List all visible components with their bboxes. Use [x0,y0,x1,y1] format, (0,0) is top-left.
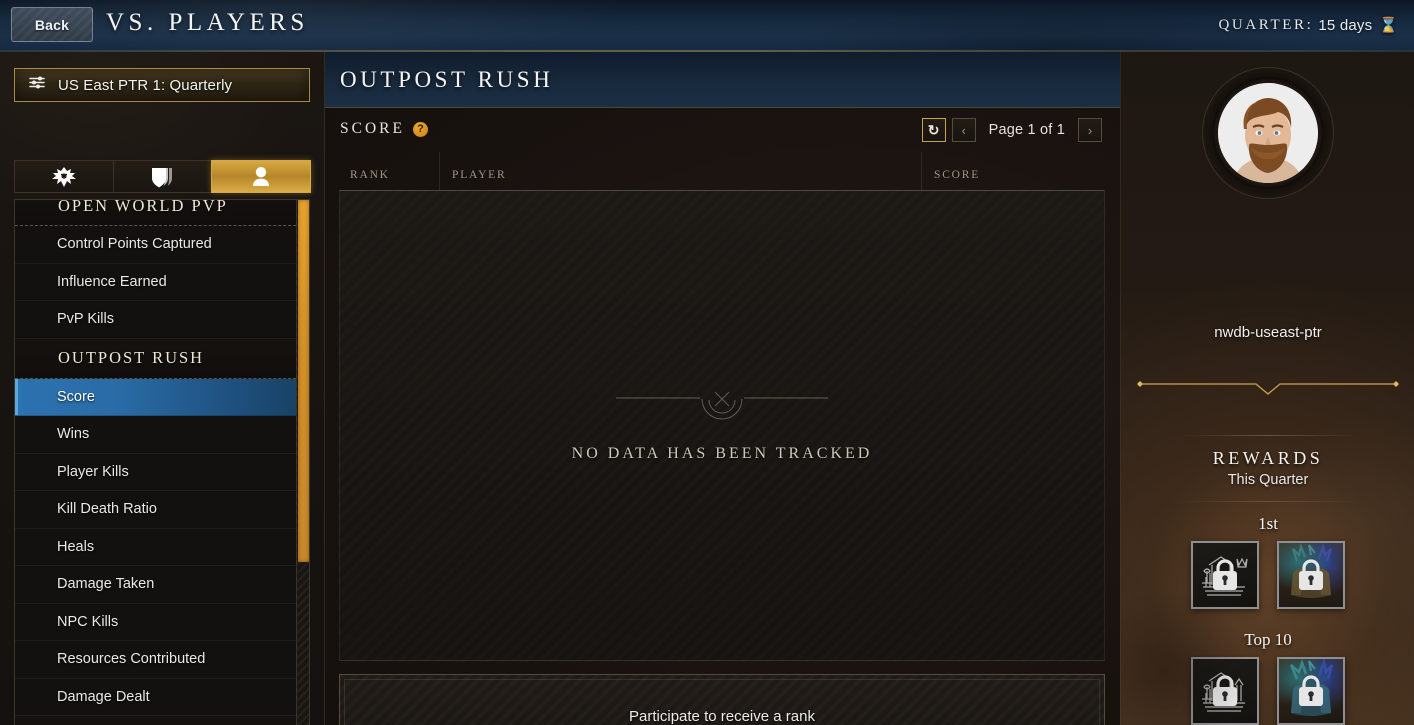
participate-message: Participate to receive a rank [344,679,1100,725]
leaderboard-table: RANK PLAYER SCORE NO DATA HAS BEEN TRACK… [339,152,1105,661]
stat-category-list: OPEN WORLD PVP Control Points Captured I… [14,199,310,725]
pagination-controls: ↻ ‹ Page 1 of 1 › [921,118,1102,142]
back-button-label: Back [34,16,70,33]
player-tab[interactable] [211,160,312,193]
reward-tier-1st: 1st [1121,514,1414,609]
stat-name-label: SCORE ? [340,120,428,138]
quarter-value: 15 days [1318,16,1373,34]
leaderboard-title: OUTPOST RUSH [340,67,554,92]
page-title: VS. PLAYERS [106,9,309,36]
reward-slot-group [1121,657,1414,725]
refresh-icon[interactable]: ↻ [921,118,946,142]
main-header: OUTPOST RUSH [325,52,1120,108]
sidebar-item-pvp-kills[interactable]: PvP Kills [15,301,309,339]
rewards-divider-top [1179,435,1357,436]
sidebar-scrollbar-track[interactable] [296,200,309,725]
leaderboard-type-tabs [14,160,312,193]
lock-icon [1299,559,1323,590]
back-button[interactable]: Back [11,7,93,42]
person-icon [251,166,271,188]
lock-icon [1213,559,1237,590]
column-header-player: PLAYER [439,152,921,190]
category-header-open-world-pvp: OPEN WORLD PVP [15,200,309,226]
gold-divider [1137,381,1399,395]
armor-reward-slot[interactable] [1277,657,1345,725]
page-indicator: Page 1 of 1 [988,122,1065,138]
character-portrait [1217,83,1318,183]
sidebar-item-player-kills[interactable]: Player Kills [15,454,309,491]
hourglass-icon: ⌛ [1379,17,1398,34]
housing-reward-slot[interactable] [1191,541,1259,609]
filter-sliders-icon [29,75,46,95]
rewards-divider-bottom [1179,501,1357,502]
quarter-label: QUARTER: [1218,16,1314,33]
rewards-subtitle: This Quarter [1227,472,1309,488]
sidebar-item-influence-earned[interactable]: Influence Earned [15,264,309,301]
question-mark-icon[interactable]: ? [412,121,428,137]
chevron-right-icon[interactable]: › [1078,118,1102,142]
sidebar-item-damage-taken[interactable]: Damage Taken [15,566,309,604]
faction-tab[interactable] [14,160,114,193]
stat-name-text: SCORE [340,120,405,137]
table-header-row: RANK PLAYER SCORE [339,152,1105,190]
stat-toolbar: SCORE ? ↻ ‹ Page 1 of 1 › [325,108,1120,152]
empty-state-message: NO DATA HAS BEEN TRACKED [571,444,873,462]
armor-reward-slot[interactable] [1277,541,1345,609]
sidebar-item-wins[interactable]: Wins [15,416,309,454]
reward-tier-label: Top 10 [1244,630,1292,649]
sidebar-item-kill-death-ratio[interactable]: Kill Death Ratio [15,491,309,529]
reward-tier-top10: Top 10 [1121,630,1414,725]
housing-reward-slot[interactable] [1191,657,1259,725]
top-banner: Back VS. PLAYERS QUARTER: 15 days ⌛ [0,0,1414,52]
sidebar-item-damage-dealt[interactable]: Damage Dealt [15,679,309,716]
main-content: OUTPOST RUSH SCORE ? ↻ ‹ Page 1 of 1 › R… [325,52,1120,725]
ornamental-divider-icon [616,391,828,419]
sidebar-item-control-points-captured[interactable]: Control Points Captured [15,226,309,264]
rewards-title: REWARDS [1212,448,1324,468]
profile-panel: nwdb-useast-ptr REWARDS This Quarter 1st [1120,52,1414,725]
lock-icon [1299,675,1323,706]
chevron-left-icon[interactable]: ‹ [951,118,976,142]
leaderboard-screen: Back VS. PLAYERS QUARTER: 15 days ⌛ US E… [0,0,1414,725]
faction-crest-icon [51,166,77,188]
participate-banner: Participate to receive a rank [339,674,1105,725]
quarter-countdown: QUARTER: 15 days ⌛ [1218,16,1398,35]
column-header-score: SCORE [921,152,1105,190]
sidebar-item-resources-contributed[interactable]: Resources Contributed [15,641,309,679]
sidebar-item-npc-kills[interactable]: NPC Kills [15,604,309,641]
category-header-3v3-arenas: 3V3 ARENAS [15,716,309,725]
character-name: nwdb-useast-ptr [1214,324,1322,341]
company-tab[interactable] [112,160,213,193]
category-header-outpost-rush: OUTPOST RUSH [15,338,309,379]
server-select-dropdown[interactable]: US East PTR 1: Quarterly [14,68,310,102]
sidebar-item-score[interactable]: Score [15,378,309,416]
stat-list-scroll-content: OPEN WORLD PVP Control Points Captured I… [15,200,309,725]
reward-slot-group [1121,541,1414,609]
shields-icon [149,166,176,188]
sidebar-scrollbar-thumb[interactable] [298,200,309,562]
sidebar-item-heals[interactable]: Heals [15,529,309,566]
reward-tier-label: 1st [1258,514,1278,533]
column-header-rank: RANK [350,169,390,181]
sidebar: US East PTR 1: Quarterly OPEN WORLD PVP … [0,52,325,725]
avatar[interactable] [1201,67,1334,199]
server-select-label: US East PTR 1: Quarterly [58,76,233,94]
table-body-empty-state: NO DATA HAS BEEN TRACKED [339,190,1105,661]
lock-icon [1213,675,1237,706]
